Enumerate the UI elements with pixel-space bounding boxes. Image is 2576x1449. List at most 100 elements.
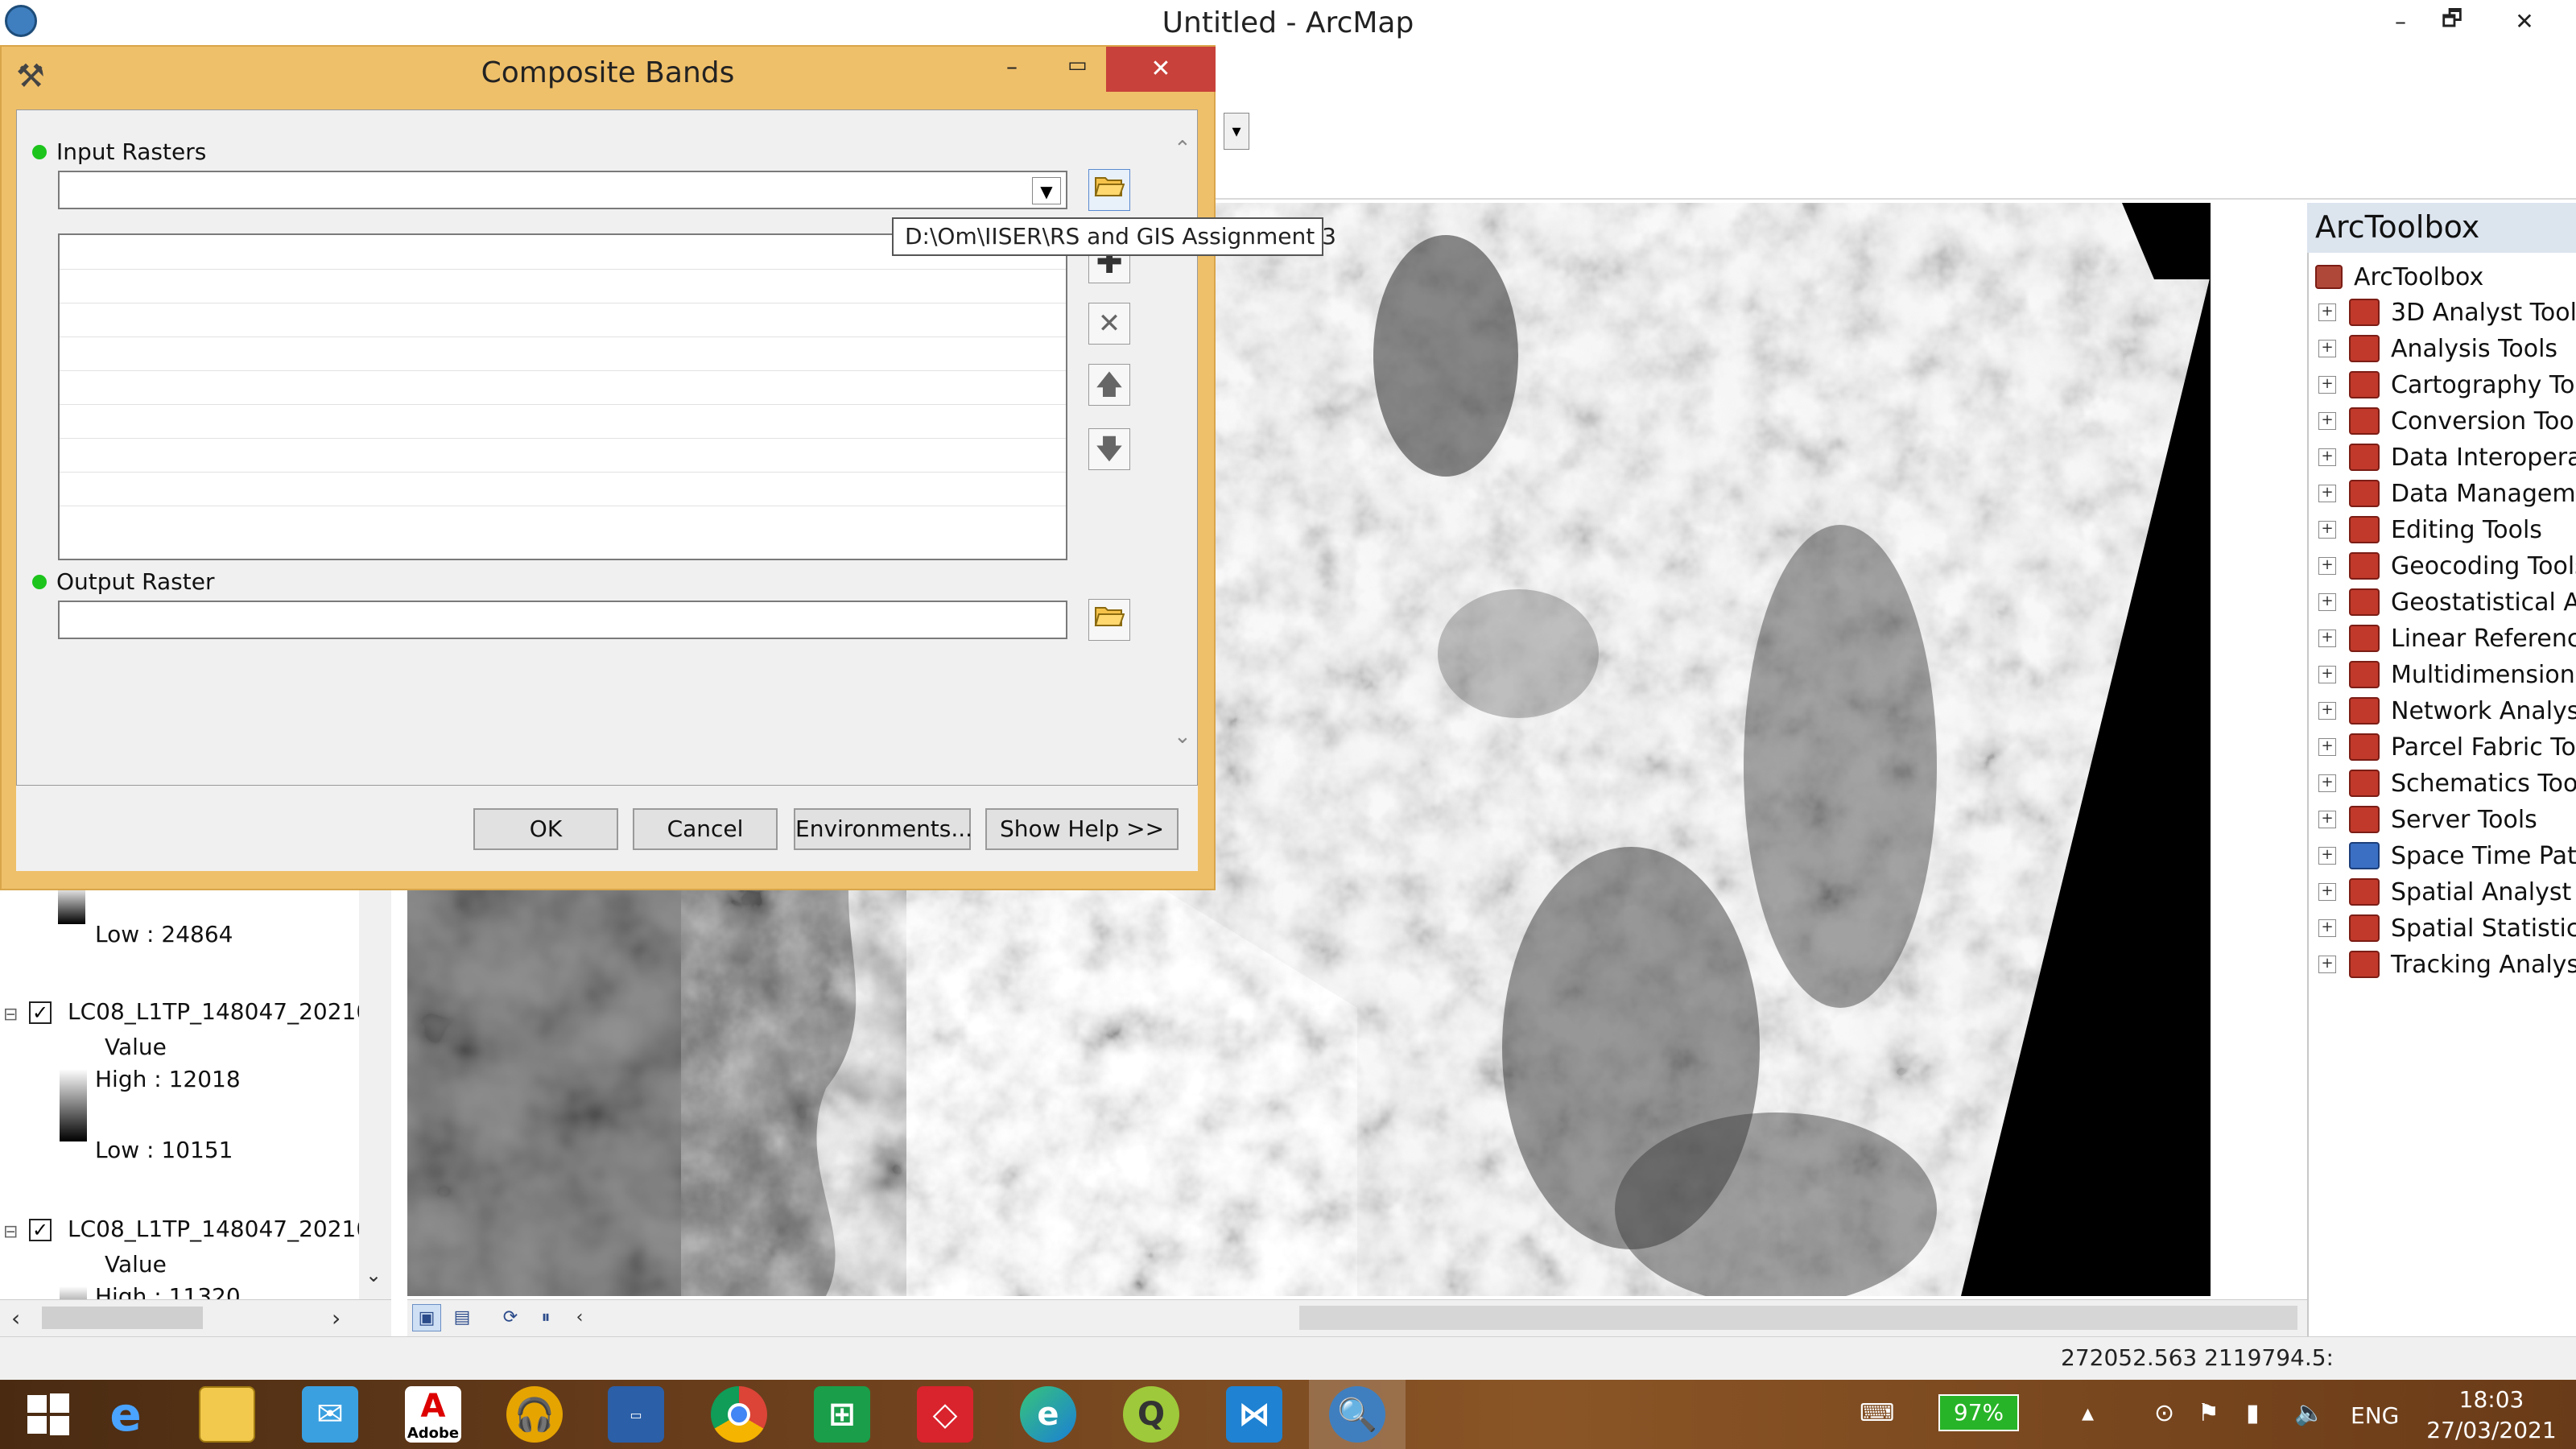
taskbar-store[interactable]: ⊞ <box>794 1380 890 1449</box>
scroll-right-icon[interactable]: › <box>332 1305 341 1331</box>
taskbar-qgis[interactable]: Q <box>1103 1380 1199 1449</box>
toc-vertical-scrollbar[interactable]: ⌄ <box>359 886 391 1299</box>
expand-icon[interactable]: + <box>2318 774 2336 792</box>
ok-button[interactable]: OK <box>473 808 618 850</box>
expand-icon[interactable]: + <box>2318 847 2336 865</box>
expand-icon[interactable]: + <box>2318 630 2336 647</box>
layer-name[interactable]: LC08_L1TP_148047_2021031 <box>68 998 390 1025</box>
action-center-flag-icon[interactable]: ⚑ <box>2198 1399 2219 1427</box>
expand-icon[interactable]: + <box>2318 919 2336 937</box>
output-raster-field[interactable] <box>58 601 1067 639</box>
expand-icon[interactable]: + <box>2318 702 2336 720</box>
taskbar-music[interactable]: 🎧 <box>486 1380 583 1449</box>
collapse-icon[interactable]: ⊟ <box>3 1005 18 1025</box>
data-view-icon[interactable]: ▣ <box>412 1304 441 1331</box>
toolbox-item[interactable]: + Server Tools <box>2318 802 2537 837</box>
expand-icon[interactable]: + <box>2318 521 2336 539</box>
scroll-left-icon[interactable]: ‹ <box>11 1305 20 1331</box>
toolbox-item[interactable]: + Editing Tools <box>2318 512 2542 547</box>
restore-button[interactable]: 🗗 <box>2415 0 2489 42</box>
show-hidden-icons[interactable]: ▴ <box>2082 1399 2094 1427</box>
dialog-maximize-button[interactable]: ▭ <box>1067 53 1088 77</box>
taskbar-arcmap[interactable]: 🔍 <box>1309 1380 1406 1449</box>
expand-icon[interactable]: + <box>2318 666 2336 683</box>
collapse-icon[interactable]: ⊟ <box>3 1222 18 1242</box>
toolbox-item[interactable]: + Spatial Statistics T <box>2318 910 2576 946</box>
dialog-vertical-scrollbar[interactable]: ⌃ ⌄ <box>1169 113 1196 781</box>
toolbox-item[interactable]: + Analysis Tools <box>2318 331 2557 366</box>
layout-view-icon[interactable]: ▤ <box>448 1304 477 1331</box>
map-scroll-thumb[interactable] <box>1299 1306 2297 1330</box>
scroll-down-icon[interactable]: ⌄ <box>365 1264 382 1286</box>
move-down-button[interactable]: 🡇 <box>1088 428 1130 470</box>
toolbox-item[interactable]: + Linear Referencin <box>2318 621 2576 656</box>
toolbox-item[interactable]: + Parcel Fabric Too <box>2318 729 2576 765</box>
browse-input-button[interactable] <box>1088 169 1130 211</box>
scroll-thumb[interactable] <box>42 1307 203 1329</box>
pause-drawing-icon[interactable]: ⏸ <box>531 1304 560 1331</box>
toolbox-item[interactable]: + Data Manageme <box>2318 476 2576 511</box>
toolbox-item[interactable]: + Space Time Patte <box>2318 838 2576 873</box>
toolbox-item[interactable]: + Spatial Analyst To <box>2318 874 2576 910</box>
cancel-button[interactable]: Cancel <box>633 808 778 850</box>
toolbox-item[interactable]: + Cartography Too <box>2318 367 2576 402</box>
chevron-down-icon[interactable]: ▼ <box>1032 177 1061 204</box>
expand-icon[interactable]: + <box>2318 593 2336 611</box>
expand-icon[interactable]: + <box>2318 412 2336 430</box>
scroll-left-icon[interactable]: ‹ <box>565 1304 594 1331</box>
battery-indicator[interactable]: 97% <box>1938 1394 2019 1431</box>
network-signal-icon[interactable]: ▮ <box>2246 1399 2260 1427</box>
sync-icon[interactable]: ⊙ <box>2154 1399 2174 1427</box>
taskbar-file-explorer[interactable] <box>179 1380 275 1449</box>
taskbar-lenovo[interactable]: ▭ <box>588 1380 684 1449</box>
expand-icon[interactable]: + <box>2318 303 2336 321</box>
toolbox-item[interactable]: +3D Analyst Tools <box>2318 295 2576 330</box>
scroll-up-icon[interactable]: ⌃ <box>1174 137 1191 161</box>
input-rasters-list[interactable] <box>58 233 1067 560</box>
taskbar-chrome[interactable] <box>691 1380 787 1449</box>
taskbar-edge[interactable]: e <box>1000 1380 1096 1449</box>
toolbox-item[interactable]: + Multidimension T <box>2318 657 2576 692</box>
show-help-button[interactable]: Show Help >> <box>985 808 1179 850</box>
expand-icon[interactable]: + <box>2318 376 2336 394</box>
expand-icon[interactable]: + <box>2318 738 2336 756</box>
taskbar-internet-explorer[interactable]: e <box>77 1380 174 1449</box>
expand-icon[interactable]: + <box>2318 485 2336 502</box>
layer-visibility-checkbox[interactable]: ✓ <box>29 1001 52 1024</box>
expand-icon[interactable]: + <box>2318 956 2336 973</box>
clock-time[interactable]: 18:03 <box>2447 1386 2536 1413</box>
environments-button[interactable]: Environments... <box>794 808 972 850</box>
scroll-down-icon[interactable]: ⌄ <box>1174 724 1191 749</box>
toc-horizontal-scrollbar[interactable]: ‹ › <box>0 1299 391 1336</box>
clock-date[interactable]: 27/03/2021 <box>2423 1417 2560 1443</box>
toolbox-item[interactable]: + Geocoding Tools <box>2318 548 2576 584</box>
expand-icon[interactable]: + <box>2318 557 2336 575</box>
arctoolbox-root[interactable]: ArcToolbox <box>2315 259 2483 295</box>
expand-icon[interactable]: + <box>2318 448 2336 466</box>
dialog-close-button[interactable]: ✕ <box>1106 47 1216 92</box>
expand-icon[interactable]: + <box>2318 883 2336 901</box>
toolbox-item[interactable]: + Tracking Analyst <box>2318 947 2576 982</box>
taskbar-vscode[interactable]: ⋈ <box>1206 1380 1302 1449</box>
keyboard-icon[interactable]: ⌨ <box>1860 1399 1894 1427</box>
expand-icon[interactable]: + <box>2318 340 2336 357</box>
browse-output-button[interactable] <box>1088 599 1130 641</box>
move-up-button[interactable]: 🡅 <box>1088 364 1130 406</box>
layer-name[interactable]: LC08_L1TP_148047_2021031 <box>68 1216 390 1242</box>
layer-visibility-checkbox[interactable]: ✓ <box>29 1219 52 1241</box>
dialog-minimize-button[interactable]: – <box>1006 53 1018 80</box>
volume-icon[interactable]: 🔈 <box>2294 1399 2324 1427</box>
toolbar-overflow-icon[interactable]: ▾ <box>1224 113 1249 150</box>
taskbar-mail[interactable]: ✉ <box>282 1380 378 1449</box>
toolbox-item[interactable]: + Conversion Tools <box>2318 403 2576 439</box>
toolbox-item[interactable]: + Data Interoperab <box>2318 440 2576 475</box>
taskbar-adobe[interactable]: A Adobe <box>385 1380 481 1449</box>
toolbox-item[interactable]: + Network Analyst <box>2318 693 2576 729</box>
input-rasters-combobox[interactable] <box>58 171 1067 209</box>
window-close-button[interactable]: ✕ <box>2487 0 2562 42</box>
toolbox-item[interactable]: + Geostatistical An <box>2318 584 2576 620</box>
refresh-icon[interactable]: ⟳ <box>496 1304 525 1331</box>
taskbar-3d-viewer[interactable]: ◇ <box>897 1380 993 1449</box>
toolbox-item[interactable]: + Schematics Tools <box>2318 766 2576 801</box>
expand-icon[interactable]: + <box>2318 811 2336 828</box>
